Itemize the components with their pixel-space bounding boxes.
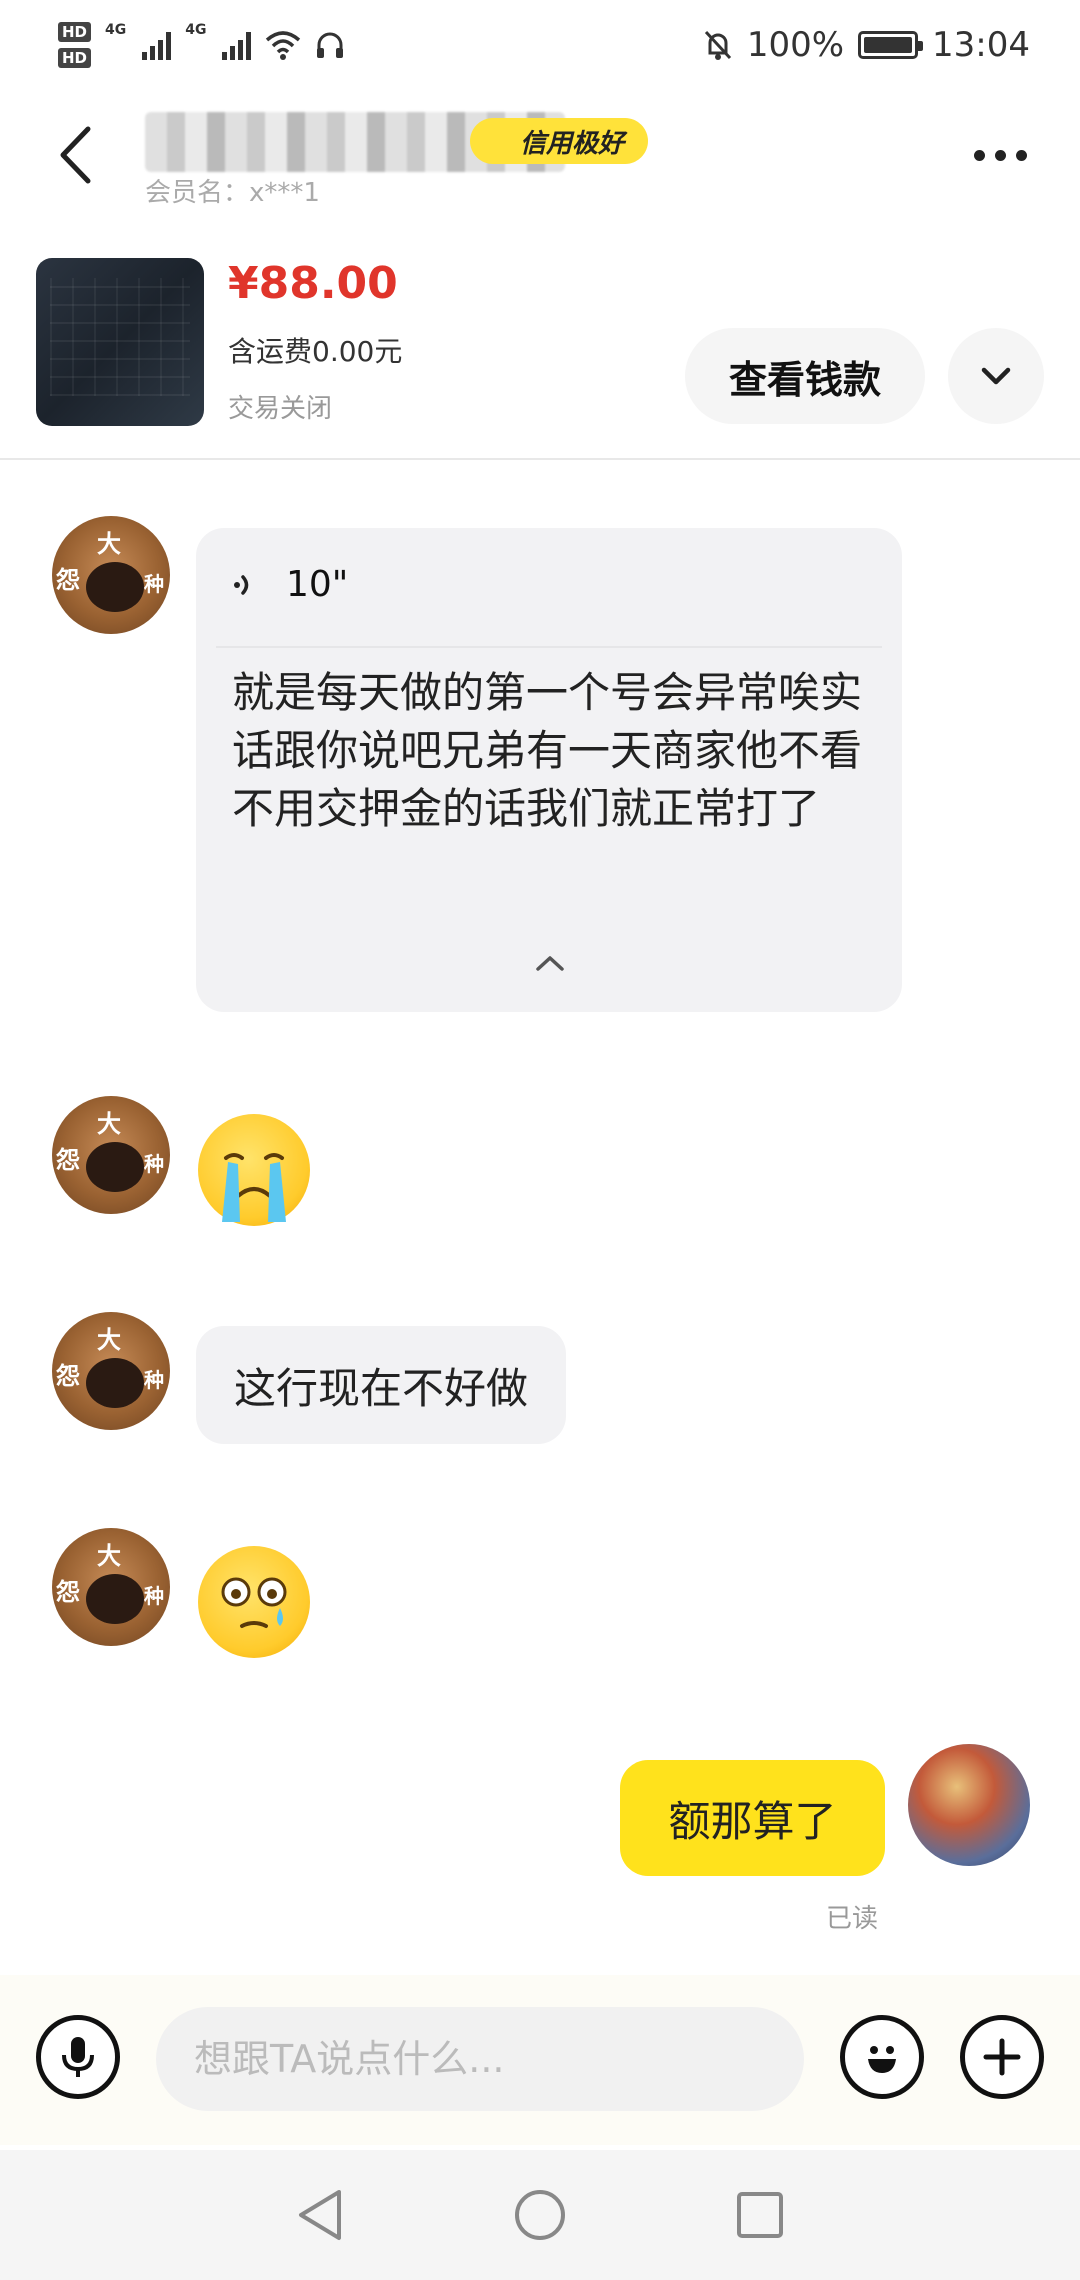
back-button[interactable] (50, 120, 100, 190)
avatar-char: 怨 (56, 1578, 80, 1606)
product-price: ¥88.00 (228, 258, 398, 309)
collapse-button[interactable] (530, 948, 570, 978)
credit-badge: 信用极好 (470, 118, 649, 164)
voice-wave-icon (234, 574, 249, 595)
chevron-left-icon (60, 126, 91, 184)
my-message-bubble[interactable]: 额那算了 (620, 1760, 885, 1876)
avatar-char: 怨 (56, 566, 80, 594)
read-status: 已读 (826, 1904, 879, 1934)
system-nav-bar (0, 2150, 1080, 2280)
status-bar: HD HD 4G 4G 100% 13:04 (0, 0, 1080, 90)
hd-badge-1: HD (58, 22, 92, 42)
expand-button[interactable] (948, 328, 1044, 424)
more-options-button[interactable] (960, 130, 1040, 180)
view-money-button[interactable]: 查看钱款 (685, 328, 925, 424)
chevron-down-icon (981, 367, 1011, 385)
nav-back-button[interactable] (290, 2185, 350, 2245)
product-thumbnail[interactable] (36, 258, 204, 426)
status-bar-left: HD HD 4G 4G (58, 22, 345, 68)
emoji-button[interactable] (840, 2015, 924, 2099)
avatar-char: 大 (97, 1542, 121, 1570)
network-type-1: 4G (105, 22, 127, 38)
crying-emoji-icon[interactable] (198, 1114, 310, 1226)
avatar-char: 种 (144, 1152, 164, 1176)
voice-input-button[interactable] (36, 2015, 120, 2099)
shipping-fee: 含运费0.00元 (228, 335, 403, 368)
smiley-icon (868, 2046, 896, 2073)
avatar-char: 大 (97, 530, 121, 558)
nav-recents-button[interactable] (730, 2185, 790, 2245)
network-type-2: 4G (185, 22, 207, 38)
headphone-icon (317, 32, 344, 58)
trade-status: 交易关闭 (228, 394, 333, 424)
product-card: ¥88.00 含运费0.00元 交易关闭 查看钱款 (0, 250, 1080, 460)
divider (216, 646, 882, 648)
input-bar (0, 1975, 1080, 2145)
battery-percent: 100% (746, 25, 845, 65)
member-name: 会员名：x***1 (145, 178, 320, 208)
teary-emoji-icon[interactable] (198, 1546, 310, 1658)
contact-avatar[interactable]: 大 怨 种 (52, 516, 170, 634)
status-bar-right: 100% 13:04 (703, 25, 1030, 65)
add-button[interactable] (960, 2015, 1044, 2099)
triangle-back-icon (299, 2190, 341, 2240)
voice-duration: 10" (286, 564, 349, 605)
signal-icon-2 (222, 30, 252, 60)
avatar-char: 种 (144, 1368, 164, 1392)
circle-home-icon (515, 2190, 565, 2240)
microphone-icon (62, 2037, 94, 2077)
avatar-char: 种 (144, 1584, 164, 1608)
voice-row[interactable]: 10" (232, 564, 348, 605)
dot-icon (1015, 149, 1027, 161)
hd-badge-2: HD (58, 48, 92, 68)
avatar-char: 大 (97, 1326, 121, 1354)
square-recents-icon (737, 2192, 783, 2238)
signal-icon-1 (142, 30, 172, 60)
text-message-bubble[interactable]: 这行现在不好做 (196, 1326, 567, 1444)
plus-icon (983, 2038, 1021, 2076)
contact-avatar[interactable]: 大 怨 种 (52, 1312, 170, 1430)
contact-avatar[interactable]: 大 怨 种 (52, 1528, 170, 1646)
mute-bell-icon (704, 30, 731, 60)
nav-home-button[interactable] (510, 2185, 570, 2245)
voice-message-bubble[interactable]: 10" 就是每天做的第一个号会异常唉实话跟你说吧兄弟有一天商家他不看不用交押金的… (196, 528, 902, 1012)
dot-icon (973, 149, 985, 161)
my-avatar[interactable] (908, 1744, 1030, 1866)
voice-transcript: 就是每天做的第一个号会异常唉实话跟你说吧兄弟有一天商家他不看不用交押金的话我们就… (232, 668, 863, 833)
hd-indicators: HD HD (58, 22, 92, 68)
wifi-icon (266, 31, 301, 60)
dot-icon (994, 149, 1006, 161)
message-input[interactable] (156, 2007, 804, 2111)
clock: 13:04 (932, 25, 1030, 65)
chat-header: 信用极好 会员名：x***1 (0, 100, 1080, 220)
avatar-char: 种 (144, 572, 164, 596)
chevron-up-icon (536, 956, 564, 971)
avatar-char: 怨 (56, 1146, 80, 1174)
avatar-char: 大 (97, 1110, 121, 1138)
avatar-char: 怨 (56, 1362, 80, 1390)
battery-icon (858, 31, 924, 59)
contact-avatar[interactable]: 大 怨 种 (52, 1096, 170, 1214)
